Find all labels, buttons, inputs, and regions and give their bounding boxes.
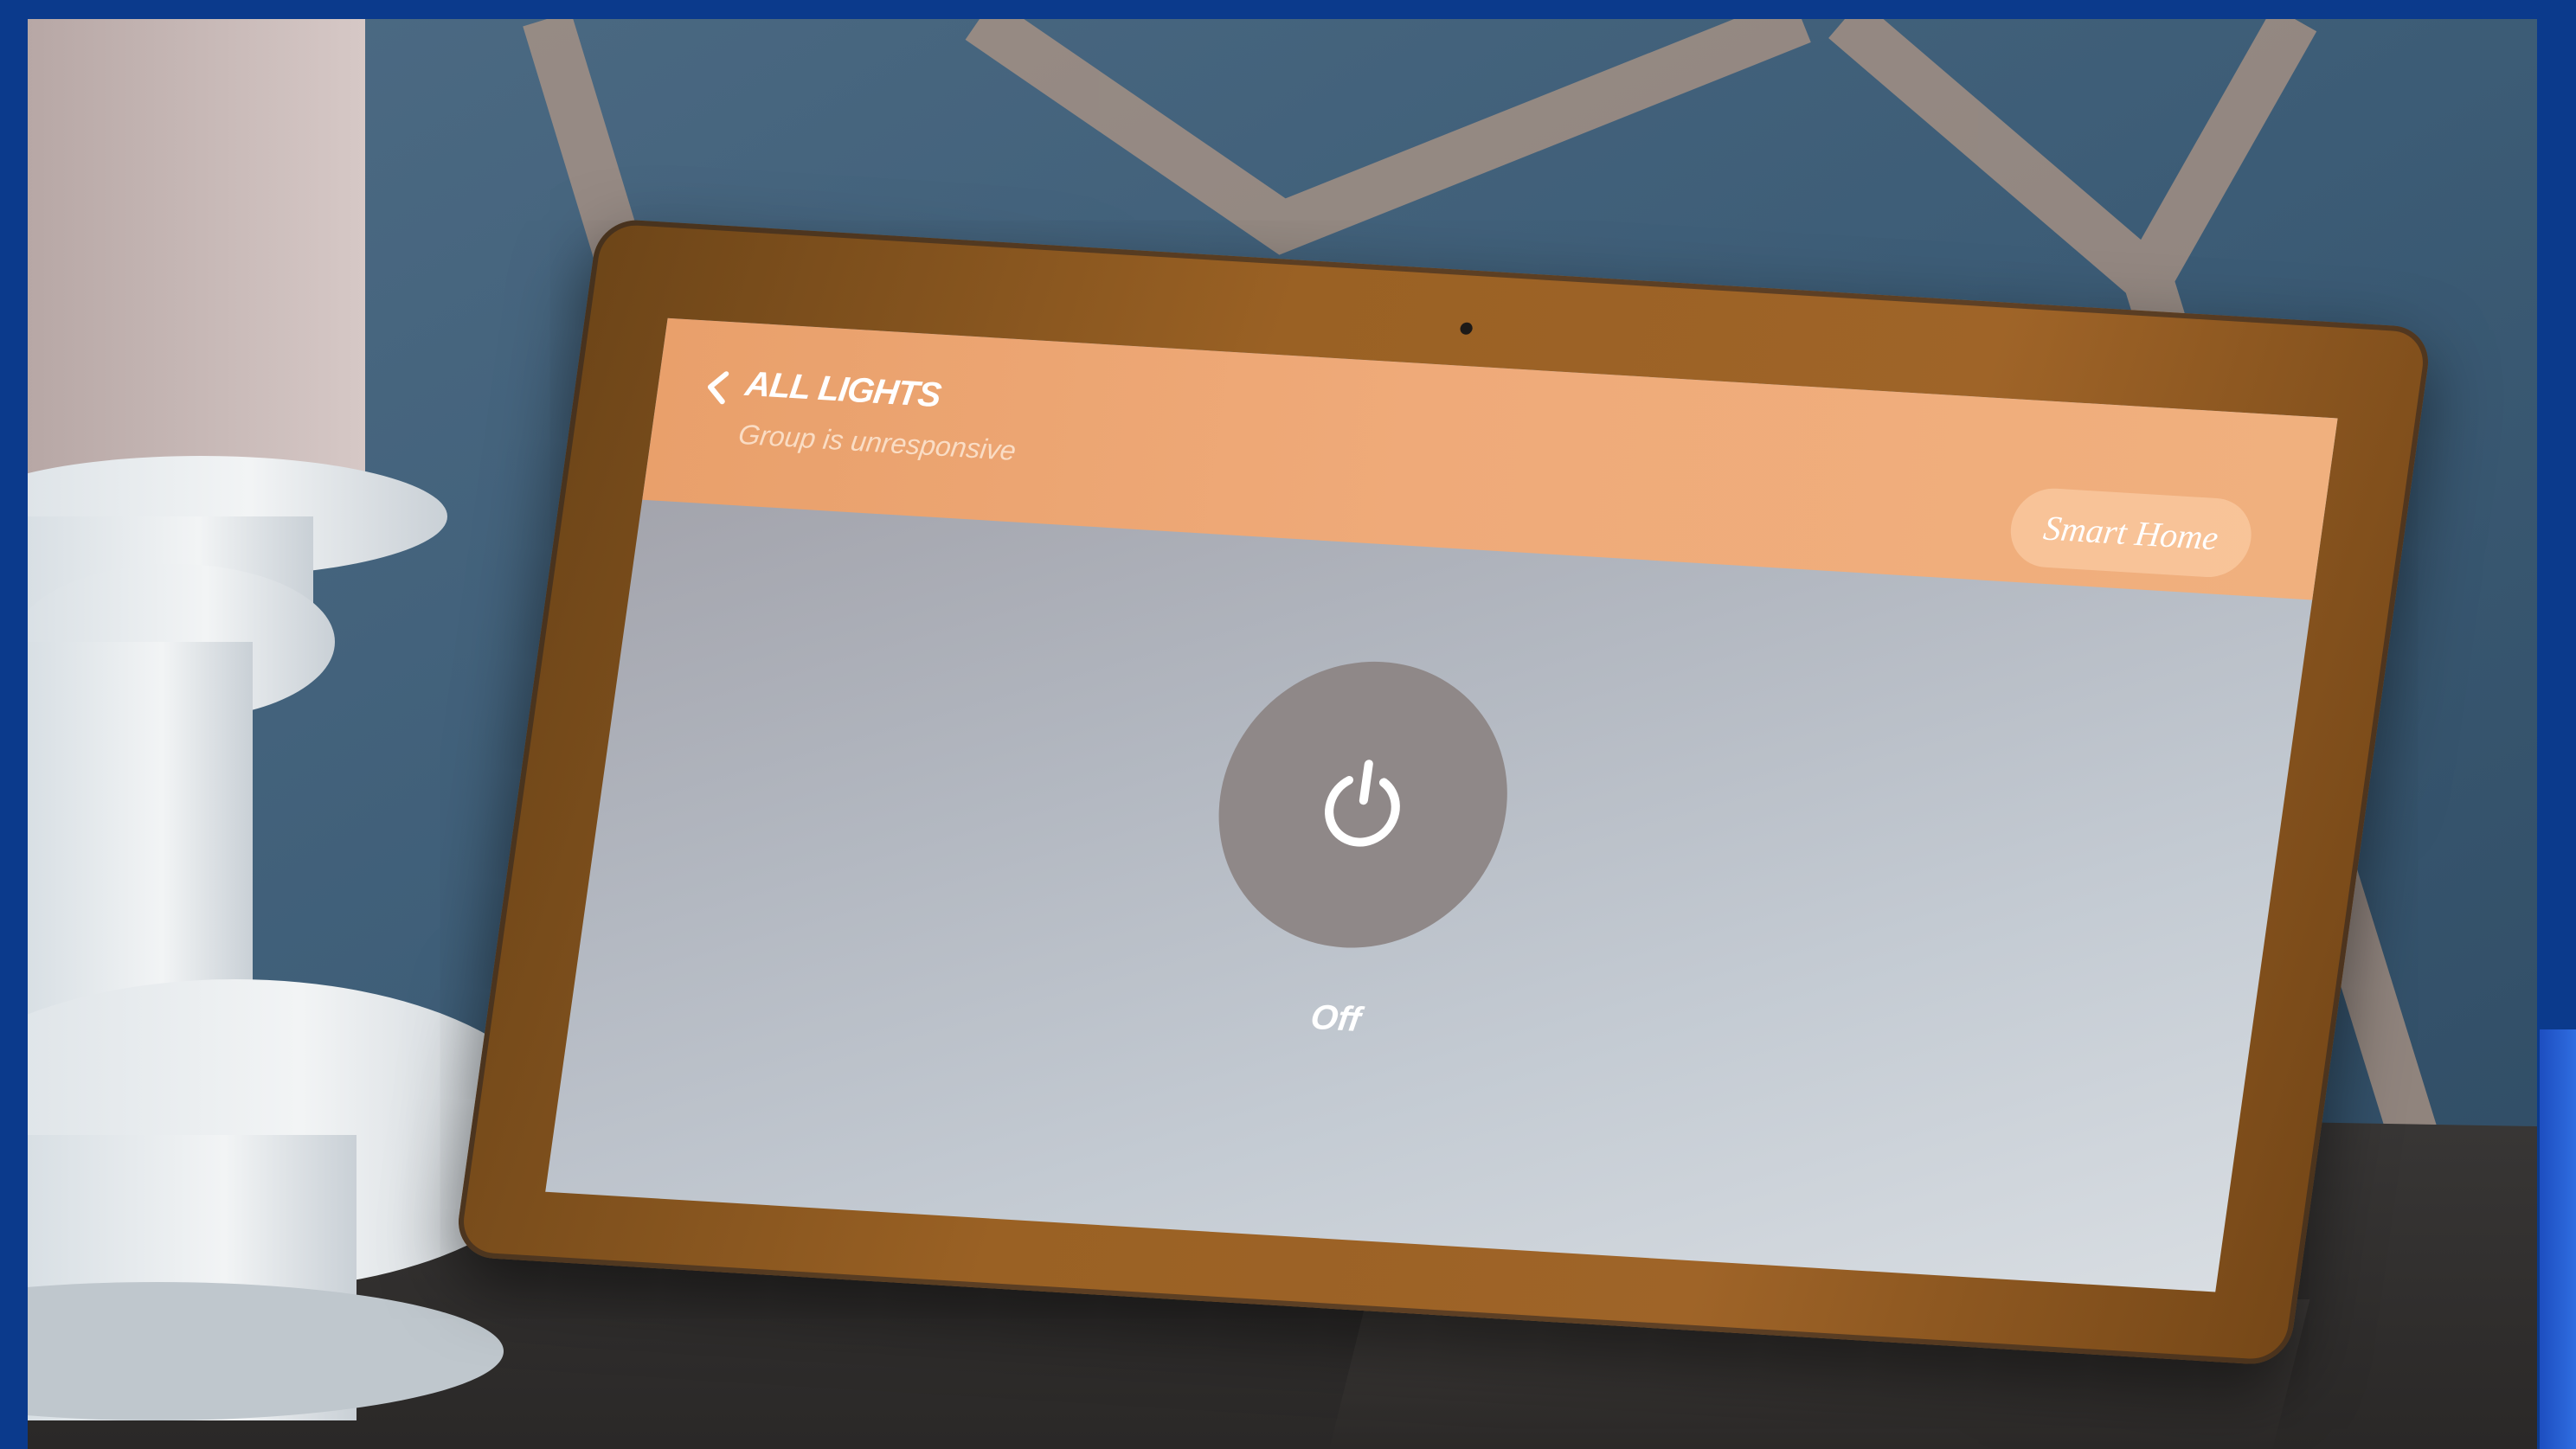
power-state-label: Off: [1308, 997, 1364, 1040]
smart-display-device: ALL LIGHTS Group is unresponsive Smart H…: [453, 218, 2433, 1367]
group-title[interactable]: ALL LIGHTS: [743, 365, 943, 415]
photo-frame: ALL LIGHTS Group is unresponsive Smart H…: [28, 19, 2537, 1449]
power-button[interactable]: [1200, 653, 1526, 957]
power-icon: [1325, 760, 1400, 847]
device-screen: ALL LIGHTS Group is unresponsive Smart H…: [545, 317, 2338, 1292]
smart-home-button[interactable]: Smart Home: [2005, 486, 2257, 580]
chevron-left-icon[interactable]: [701, 369, 732, 406]
side-panel-edge: [2540, 1029, 2576, 1449]
group-status-text: Group is unresponsive: [736, 418, 1018, 466]
candle: [28, 19, 365, 503]
